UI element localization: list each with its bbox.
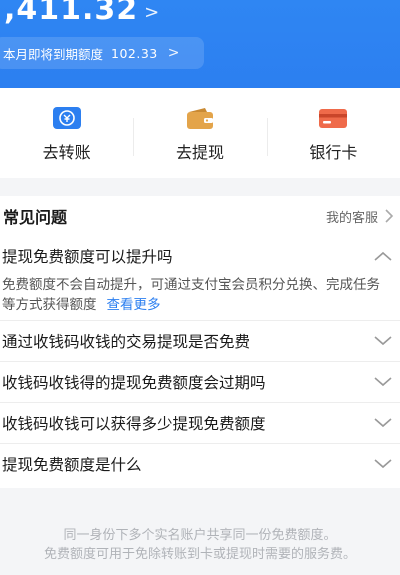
my-service-label: 我的客服 bbox=[325, 210, 378, 226]
quota-note-line: 同一身份下多个实名账户共享同一份免费额度。 bbox=[63, 528, 337, 543]
expiring-quota-value: 102.33 bbox=[111, 45, 158, 61]
balance-amount: ,411.32 bbox=[4, 0, 139, 27]
faq-question: 收钱码收钱得的提现免费额度会过期吗 bbox=[2, 374, 266, 392]
bank-card-button[interactable]: 银行卡 bbox=[266, 88, 400, 178]
faq-section: 常见问题 我的客服 提现免费额度可以提升吗 免费额度不会自动提升，可通过支付宝会… bbox=[0, 196, 400, 488]
quick-actions: 去转账 去提现 银行卡 bbox=[0, 88, 400, 178]
quota-note: 同一身份下多个实名账户共享同一份免费额度。 免费额度可用于免除转账到卡或提现时需… bbox=[0, 526, 400, 564]
faq-item[interactable]: 收钱码收钱得的提现免费额度会过期吗 bbox=[0, 361, 400, 402]
transfer-icon bbox=[52, 107, 81, 129]
chevron-down-icon bbox=[374, 377, 392, 387]
chevron-down-icon bbox=[374, 459, 392, 469]
transfer-label: 去转账 bbox=[42, 143, 91, 162]
withdraw-label: 去提现 bbox=[175, 143, 224, 162]
faq-item[interactable]: 通过收钱码收钱的交易提现是否免费 bbox=[0, 320, 400, 361]
bank-card-icon bbox=[319, 109, 348, 128]
faq-question: 提现免费额度是什么 bbox=[2, 456, 142, 474]
expiring-quota-button[interactable]: 本月即将到期额度 102.33 > bbox=[0, 37, 204, 69]
quota-note-line: 免费额度可用于免除转账到卡或提现时需要的服务费。 bbox=[43, 547, 356, 562]
my-service-link[interactable]: 我的客服 bbox=[326, 207, 394, 226]
faq-question: 收钱码收钱可以获得多少提现免费额度 bbox=[2, 415, 266, 433]
chevron-down-icon bbox=[374, 336, 392, 346]
faq-question: 通过收钱码收钱的交易提现是否免费 bbox=[2, 333, 251, 351]
faq-item-expanded[interactable]: 提现免费额度可以提升吗 bbox=[0, 236, 400, 276]
faq-header: 常见问题 我的客服 bbox=[0, 196, 400, 236]
faq-answer: 免费额度不会自动提升，可通过支付宝会员积分兑换、完成任务等方式获得额度 查看更多 bbox=[0, 276, 400, 320]
faq-item[interactable]: 提现免费额度是什么 bbox=[0, 443, 400, 484]
faq-answer-text: 免费额度不会自动提升，可通过支付宝会员积分兑换、完成任务等方式获得额度 bbox=[2, 277, 380, 313]
faq-title: 常见问题 bbox=[3, 208, 68, 227]
chevron-up-icon bbox=[374, 251, 392, 261]
chevron-right-icon bbox=[385, 209, 394, 223]
balance-amount-link[interactable]: ,411.32 > bbox=[4, 0, 160, 27]
faq-question: 提现免费额度可以提升吗 bbox=[2, 248, 173, 266]
wallet-icon bbox=[186, 108, 213, 129]
view-more-link[interactable]: 查看更多 bbox=[107, 297, 161, 313]
transfer-button[interactable]: 去转账 bbox=[0, 88, 133, 178]
chevron-right-icon: > bbox=[167, 45, 180, 61]
bank-card-label: 银行卡 bbox=[309, 143, 358, 162]
balance-header: ,411.32 > 本月即将到期额度 102.33 > bbox=[0, 0, 400, 88]
chevron-right-icon: > bbox=[144, 2, 161, 23]
expiring-quota-label: 本月即将到期额度 bbox=[3, 46, 104, 62]
chevron-down-icon bbox=[374, 418, 392, 428]
withdraw-button[interactable]: 去提现 bbox=[133, 88, 266, 178]
faq-item[interactable]: 收钱码收钱可以获得多少提现免费额度 bbox=[0, 402, 400, 443]
